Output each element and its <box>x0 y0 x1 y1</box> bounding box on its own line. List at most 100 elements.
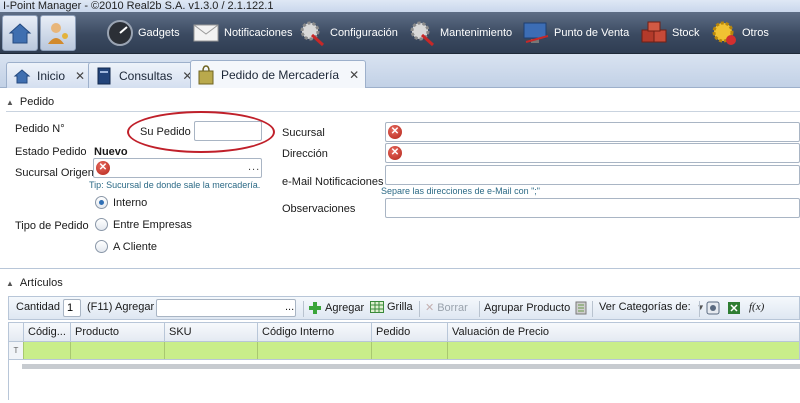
agrupar-producto-button[interactable]: Agrupar Producto <box>484 301 587 315</box>
cantidad-input[interactable] <box>63 299 81 317</box>
ver-categorias-dropdown[interactable]: Ver Categorías de: ▼ <box>599 301 705 313</box>
sucursal-origen-browse-button[interactable]: ... <box>248 161 260 173</box>
filter-cell[interactable] <box>24 342 71 359</box>
separator <box>592 301 593 317</box>
tab-strip: Inicio ✕ Consultas ✕ Pedido de Mercaderí… <box>0 54 800 88</box>
collapse-arrow-icon: ▲ <box>6 278 14 288</box>
column-header-sku[interactable]: SKU <box>165 323 258 341</box>
mantenimiento-label: Mantenimiento <box>440 27 513 39</box>
horizontal-scrollbar[interactable] <box>22 364 800 369</box>
observaciones-input[interactable] <box>385 198 800 218</box>
error-icon: ✕ <box>388 146 402 160</box>
close-icon[interactable]: ✕ <box>349 68 359 82</box>
direccion-field[interactable] <box>385 143 800 163</box>
cantidad-label: Cantidad <box>16 301 61 313</box>
estado-pedido-label: Estado Pedido <box>15 146 87 158</box>
filter-cell[interactable] <box>165 342 258 359</box>
grilla-button-label: Grilla <box>387 301 413 313</box>
sucursal-origen-label: Sucursal Origen <box>15 167 94 179</box>
agregar-browse-button[interactable]: ... <box>285 301 294 313</box>
group-icon <box>575 301 587 315</box>
excel-button[interactable] <box>727 301 741 315</box>
chevron-down-icon: ▼ <box>696 302 705 312</box>
separator <box>479 301 480 317</box>
stock-button[interactable]: Stock <box>640 14 700 52</box>
separator <box>699 301 700 317</box>
sucursal-origen-field[interactable] <box>93 158 262 178</box>
filter-cell[interactable] <box>448 342 799 359</box>
stock-label: Stock <box>672 27 700 39</box>
tab-consultas[interactable]: Consultas ✕ <box>88 62 200 88</box>
otros-label: Otros <box>742 27 769 39</box>
radio-a-cliente-label: A Cliente <box>113 241 158 253</box>
punto-de-venta-button[interactable]: Punto de Venta <box>522 14 629 52</box>
plus-icon <box>309 302 321 314</box>
articulos-toolbar: Cantidad (F11) Agregar ... Agregar Grill… <box>8 296 800 320</box>
sucursal-field[interactable] <box>385 122 800 142</box>
user-button[interactable] <box>40 15 76 51</box>
main-toolbar: Gadgets Notificaciones Configuración Man… <box>0 12 800 54</box>
radio-a-cliente[interactable] <box>95 240 108 253</box>
filter-icon: T <box>9 342 24 359</box>
articulos-section-header[interactable]: ▲ Artículos <box>6 276 63 290</box>
column-header-producto[interactable]: Producto <box>71 323 165 341</box>
tab-pedido-de-mercaderia[interactable]: Pedido de Mercadería ✕ <box>190 60 367 88</box>
gadgets-label: Gadgets <box>138 27 180 39</box>
estado-pedido-value: Nuevo <box>94 146 128 158</box>
email-tip: Separe las direcciones de e-Mail con ";" <box>381 186 540 196</box>
column-header-pedido[interactable]: Pedido <box>372 323 448 341</box>
articulos-section-title: Artículos <box>19 277 63 289</box>
ver-categorias-label: Ver Categorías de: <box>599 301 691 313</box>
divider <box>0 268 800 269</box>
pedido-section-header[interactable]: ▲ Pedido <box>6 95 54 109</box>
gauge-icon <box>106 19 134 47</box>
otros-button[interactable]: Otros <box>710 14 769 52</box>
close-icon[interactable]: ✕ <box>75 69 85 83</box>
error-icon: ✕ <box>388 125 402 139</box>
calculator-icon <box>706 301 720 315</box>
agregar-search-input[interactable] <box>156 299 296 317</box>
borrar-button[interactable]: ✕ Borrar <box>425 301 468 315</box>
radio-interno[interactable] <box>95 196 108 209</box>
sucursal-origen-tip: Tip: Sucursal de donde sale la mercaderí… <box>89 180 261 190</box>
notificaciones-button[interactable]: Notificaciones <box>192 14 292 52</box>
radio-entre-empresas-label: Entre Empresas <box>113 219 192 231</box>
home-button[interactable] <box>2 15 38 51</box>
f11-label: (F11) <box>87 301 113 313</box>
filter-cell[interactable] <box>372 342 448 359</box>
sucursal-label: Sucursal <box>282 127 325 139</box>
boxes-icon <box>640 19 668 47</box>
gear-wrench-icon <box>298 19 326 47</box>
gadgets-button[interactable]: Gadgets <box>106 14 180 52</box>
agregar-button[interactable]: Agregar <box>308 301 364 315</box>
radio-interno-label: Interno <box>113 197 148 209</box>
pedido-no-label: Pedido N° <box>15 123 65 135</box>
agrupar-producto-label: Agrupar Producto <box>484 302 571 314</box>
document-icon <box>95 67 113 85</box>
direccion-label: Dirección <box>282 148 328 160</box>
grid-filter-row[interactable]: T <box>8 342 800 360</box>
filter-cell[interactable] <box>258 342 372 359</box>
window-title: I-Point Manager - ©2010 Real2b S.A. v1.3… <box>0 0 800 12</box>
filter-cell[interactable] <box>71 342 165 359</box>
mantenimiento-button[interactable]: Mantenimiento <box>408 14 512 52</box>
radio-entre-empresas[interactable] <box>95 218 108 231</box>
column-header-codigo-interno[interactable]: Código Interno <box>258 323 372 341</box>
column-header-valuacion[interactable]: Valuación de Precio <box>448 323 800 341</box>
bag-icon <box>197 64 215 84</box>
formula-button[interactable]: f(x) <box>749 301 764 313</box>
agregar-button-label: Agregar <box>325 302 365 314</box>
email-notificaciones-input[interactable] <box>385 165 800 185</box>
grid-icon <box>370 301 384 313</box>
notificaciones-label: Notificaciones <box>224 27 293 39</box>
home-icon <box>8 23 32 44</box>
tab-inicio[interactable]: Inicio ✕ <box>6 62 93 88</box>
collapse-arrow-icon: ▲ <box>6 97 14 107</box>
user-key-icon <box>48 23 68 44</box>
column-header-codigo[interactable]: Códig... <box>24 323 71 341</box>
grilla-button[interactable]: Grilla <box>370 301 413 313</box>
calculator-button[interactable] <box>706 301 720 315</box>
tab-pedido-label: Pedido de Mercadería <box>221 67 340 82</box>
home-icon <box>13 67 31 85</box>
configuracion-button[interactable]: Configuración <box>298 14 398 52</box>
